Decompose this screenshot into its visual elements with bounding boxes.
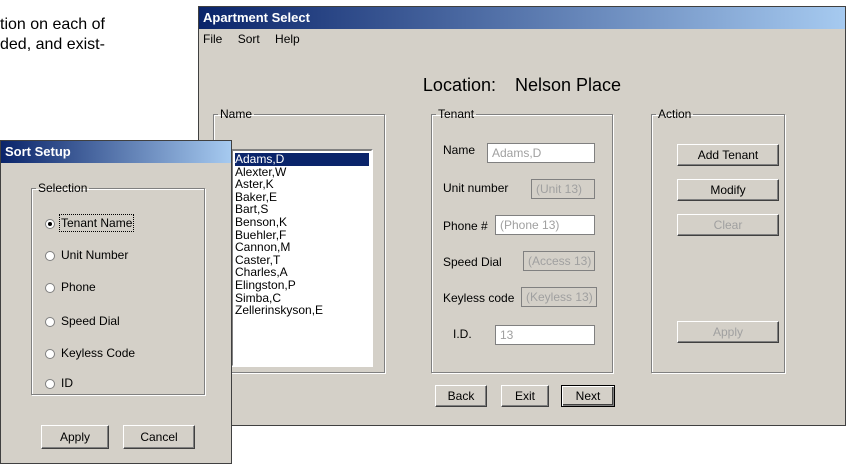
speed-dial-field[interactable]: (Access 13) — [523, 251, 595, 271]
back-button[interactable]: Back — [435, 385, 487, 407]
radio-icon — [45, 316, 55, 327]
radio-icon — [45, 378, 55, 389]
add-tenant-button[interactable]: Add Tenant — [677, 144, 779, 166]
menu-sort[interactable]: Sort — [238, 32, 260, 46]
radio-phone[interactable]: Phone — [45, 279, 96, 295]
radio-tenant-name-label: Tenant Name — [58, 214, 135, 232]
background-text-line-2: ded, and exist- — [0, 36, 105, 53]
sort-apply-button[interactable]: Apply — [41, 425, 109, 449]
list-item[interactable]: Adams,D — [235, 153, 369, 166]
radio-speed-dial-label: Speed Dial — [61, 314, 120, 328]
tenant-name-label: Name — [443, 143, 476, 157]
list-item[interactable]: Elingston,P — [235, 279, 369, 292]
radio-icon — [45, 282, 55, 293]
next-button[interactable]: Next — [561, 385, 615, 407]
list-item[interactable]: Benson,K — [235, 216, 369, 229]
keyless-code-field[interactable]: (Keyless 13) — [521, 287, 597, 307]
radio-icon — [45, 250, 55, 261]
background-text-line-1: tion on each of — [0, 16, 105, 33]
radio-unit-number-label: Unit Number — [61, 248, 129, 262]
id-label: I.D. — [453, 327, 472, 341]
radio-selected-icon — [45, 218, 55, 229]
window-title: Apartment Select — [203, 10, 310, 25]
action-group-legend: Action — [658, 107, 692, 121]
radio-icon — [45, 348, 55, 359]
tenant-name-field[interactable]: Adams,D — [487, 143, 595, 163]
radio-phone-label: Phone — [61, 280, 96, 294]
radio-id[interactable]: ID — [45, 375, 73, 391]
speed-dial-label: Speed Dial — [443, 255, 502, 269]
radio-id-label: ID — [61, 376, 73, 390]
id-field[interactable]: 13 — [495, 325, 595, 345]
apartment-select-window: Apartment Select File Sort Help Location… — [198, 6, 846, 426]
sort-dialog-title: Sort Setup — [5, 144, 71, 159]
clear-button[interactable]: Clear — [677, 214, 779, 236]
selection-group-legend: Selection — [38, 181, 88, 195]
sort-cancel-button[interactable]: Cancel — [123, 425, 195, 449]
menu-help[interactable]: Help — [275, 32, 300, 46]
tenant-group-legend: Tenant — [438, 107, 475, 121]
modify-button[interactable]: Modify — [677, 179, 779, 201]
window-title-bar[interactable]: Apartment Select — [199, 7, 845, 29]
keyless-code-label: Keyless code — [443, 291, 515, 305]
tenant-name-list[interactable]: Adams,D Alexter,W Aster,K Baker,E Bart,S… — [231, 149, 373, 367]
phone-label: Phone # — [443, 219, 488, 233]
sort-title-bar[interactable]: Sort Setup — [1, 141, 231, 163]
sort-setup-dialog: Sort Setup Selection Tenant Name Unit Nu… — [0, 140, 232, 464]
menu-bar: File Sort Help — [199, 29, 845, 49]
radio-tenant-name[interactable]: Tenant Name — [45, 214, 135, 232]
unit-number-label: Unit number — [443, 181, 509, 195]
unit-number-field[interactable]: (Unit 13) — [531, 179, 595, 199]
apply-button[interactable]: Apply — [677, 321, 779, 343]
list-item[interactable]: Aster,K — [235, 178, 369, 191]
location-value: Nelson Place — [515, 75, 622, 95]
radio-keyless-code-label: Keyless Code — [61, 346, 136, 360]
phone-field[interactable]: (Phone 13) — [495, 215, 595, 235]
list-item[interactable]: Cannon,M — [235, 241, 369, 254]
radio-speed-dial[interactable]: Speed Dial — [45, 313, 120, 329]
radio-keyless-code[interactable]: Keyless Code — [45, 345, 135, 361]
radio-unit-number[interactable]: Unit Number — [45, 247, 128, 263]
exit-button[interactable]: Exit — [501, 385, 549, 407]
location-label: Location: — [422, 75, 496, 95]
location-heading: Location: Nelson Place — [199, 75, 845, 96]
menu-file[interactable]: File — [203, 32, 222, 46]
name-group-legend: Name — [220, 107, 253, 121]
list-item[interactable]: Zellerinskyson,E — [235, 304, 369, 317]
